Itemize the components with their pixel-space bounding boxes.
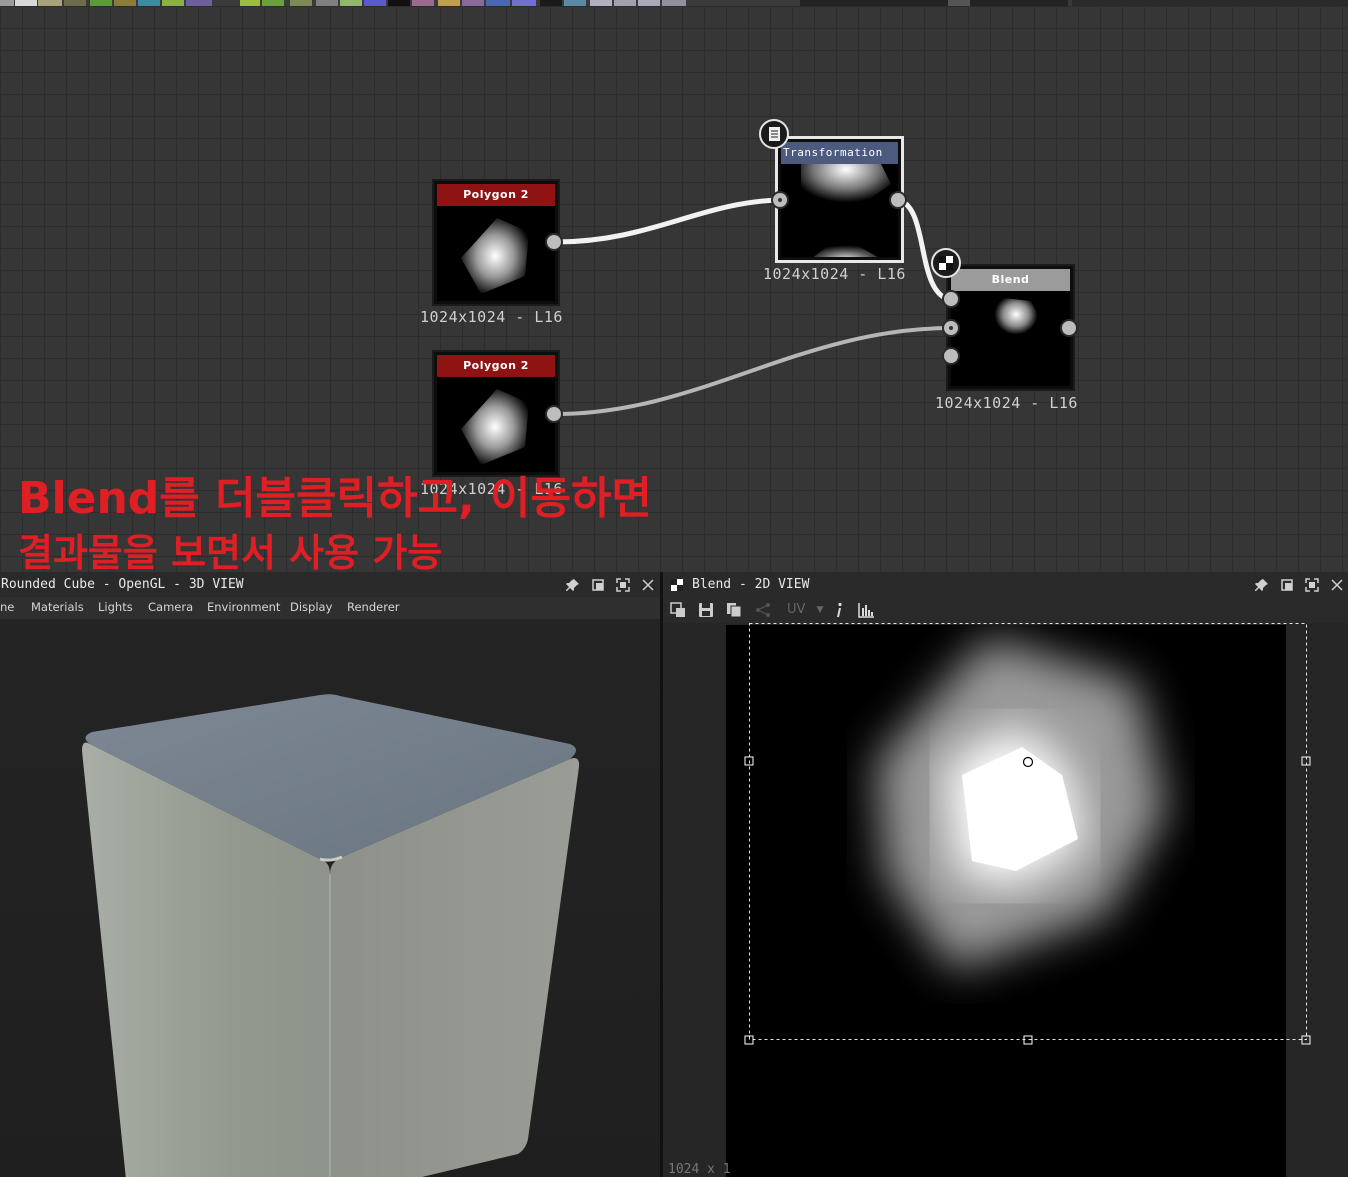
output-port[interactable]	[545, 405, 563, 423]
panel-title: Rounded Cube - OpenGL - 3D VIEW	[1, 577, 244, 592]
panel-title: Blend - 2D VIEW	[692, 577, 810, 592]
chevron-down-icon[interactable]: ▼	[813, 603, 827, 617]
node-thumbnail	[437, 377, 555, 472]
histogram-icon[interactable]	[857, 602, 875, 618]
selection-frame[interactable]	[663, 623, 1348, 1177]
checker-icon	[931, 248, 961, 278]
node-title: Polygon 2	[437, 184, 555, 206]
connection-polygon-to-blend	[555, 326, 953, 416]
node-polygon-bottom[interactable]: Polygon 2	[432, 350, 560, 477]
panel-2d-toolbar: UV ▼	[663, 597, 1348, 623]
node-title: Blend	[951, 269, 1070, 291]
menu-environment[interactable]: Environment	[207, 600, 280, 614]
maximize-icon[interactable]	[616, 578, 630, 592]
size-readout: 1024 x 1	[668, 1162, 731, 1177]
panel-title-bar: Rounded Cube - OpenGL - 3D VIEW	[0, 572, 660, 597]
maximize-icon[interactable]	[1305, 578, 1319, 592]
node-polygon-top[interactable]: Polygon 2	[432, 179, 560, 306]
app-window: Polygon 2 1024x1024 - L16 Polygon 2 1024…	[0, 0, 1348, 1177]
3d-viewport[interactable]	[0, 619, 660, 1177]
input-port[interactable]	[942, 319, 960, 337]
annotation-line-2: 결과물을 보면서 사용 가능	[18, 531, 443, 572]
panel-2d-view: Blend - 2D VIEW UV ▼ 1024 x 1	[663, 572, 1348, 1177]
panel-menubar: ne Materials Lights Camera Environment D…	[0, 597, 660, 619]
output-port[interactable]	[889, 191, 907, 209]
close-icon[interactable]	[641, 578, 655, 592]
close-icon[interactable]	[1330, 578, 1344, 592]
menu-renderer[interactable]: Renderer	[347, 600, 400, 614]
menu-camera[interactable]: Camera	[148, 600, 193, 614]
input-port[interactable]	[771, 191, 789, 209]
node-title: Transformation ···	[781, 142, 898, 181]
output-port[interactable]	[545, 233, 563, 251]
menu-lights[interactable]: Lights	[98, 600, 133, 614]
document-icon	[759, 119, 789, 149]
node-blend[interactable]: Blend	[946, 264, 1075, 391]
node-title: Polygon 2	[437, 355, 555, 377]
2d-viewport[interactable]: 1024 x 1	[663, 623, 1348, 1177]
input-port[interactable]	[942, 290, 960, 308]
node-caption: 1024x1024 - L16	[420, 308, 563, 326]
restore-icon[interactable]	[591, 578, 605, 592]
menu-materials[interactable]: Materials	[31, 600, 84, 614]
info-icon[interactable]	[831, 602, 847, 618]
panel-3d-view: Rounded Cube - OpenGL - 3D VIEW ne Mater…	[0, 572, 660, 1177]
panel-title-bar: Blend - 2D VIEW	[663, 572, 1348, 597]
save-icon[interactable]	[698, 602, 714, 618]
pivot-handle	[1022, 756, 1034, 768]
copy-icon[interactable]	[726, 602, 742, 618]
node-caption: 1024x1024 - L16	[763, 265, 906, 283]
node-graph-canvas[interactable]: Polygon 2 1024x1024 - L16 Polygon 2 1024…	[0, 6, 1348, 572]
annotation-line-1: Blend를 더블클릭하고, 이동하면	[18, 473, 652, 524]
checker-icon	[670, 578, 684, 592]
output-port[interactable]	[1060, 319, 1078, 337]
pin-icon[interactable]	[566, 578, 580, 592]
connection-polygon-to-transformation	[555, 197, 781, 245]
menu-scene[interactable]: ne	[0, 600, 14, 614]
export-icon[interactable]	[670, 602, 686, 618]
input-port[interactable]	[942, 347, 960, 365]
menu-display[interactable]: Display	[290, 600, 332, 614]
share-icon[interactable]	[755, 602, 771, 618]
pin-icon[interactable]	[1255, 578, 1269, 592]
node-thumbnail	[951, 291, 1070, 386]
restore-icon[interactable]	[1280, 578, 1294, 592]
node-thumbnail	[437, 206, 555, 301]
rounded-cube-render	[82, 694, 580, 1177]
uv-dropdown[interactable]: UV	[787, 602, 805, 617]
node-thumbnail	[781, 164, 898, 257]
node-transformation[interactable]: Transformation ···	[775, 136, 904, 263]
node-caption: 1024x1024 - L16	[935, 394, 1078, 412]
